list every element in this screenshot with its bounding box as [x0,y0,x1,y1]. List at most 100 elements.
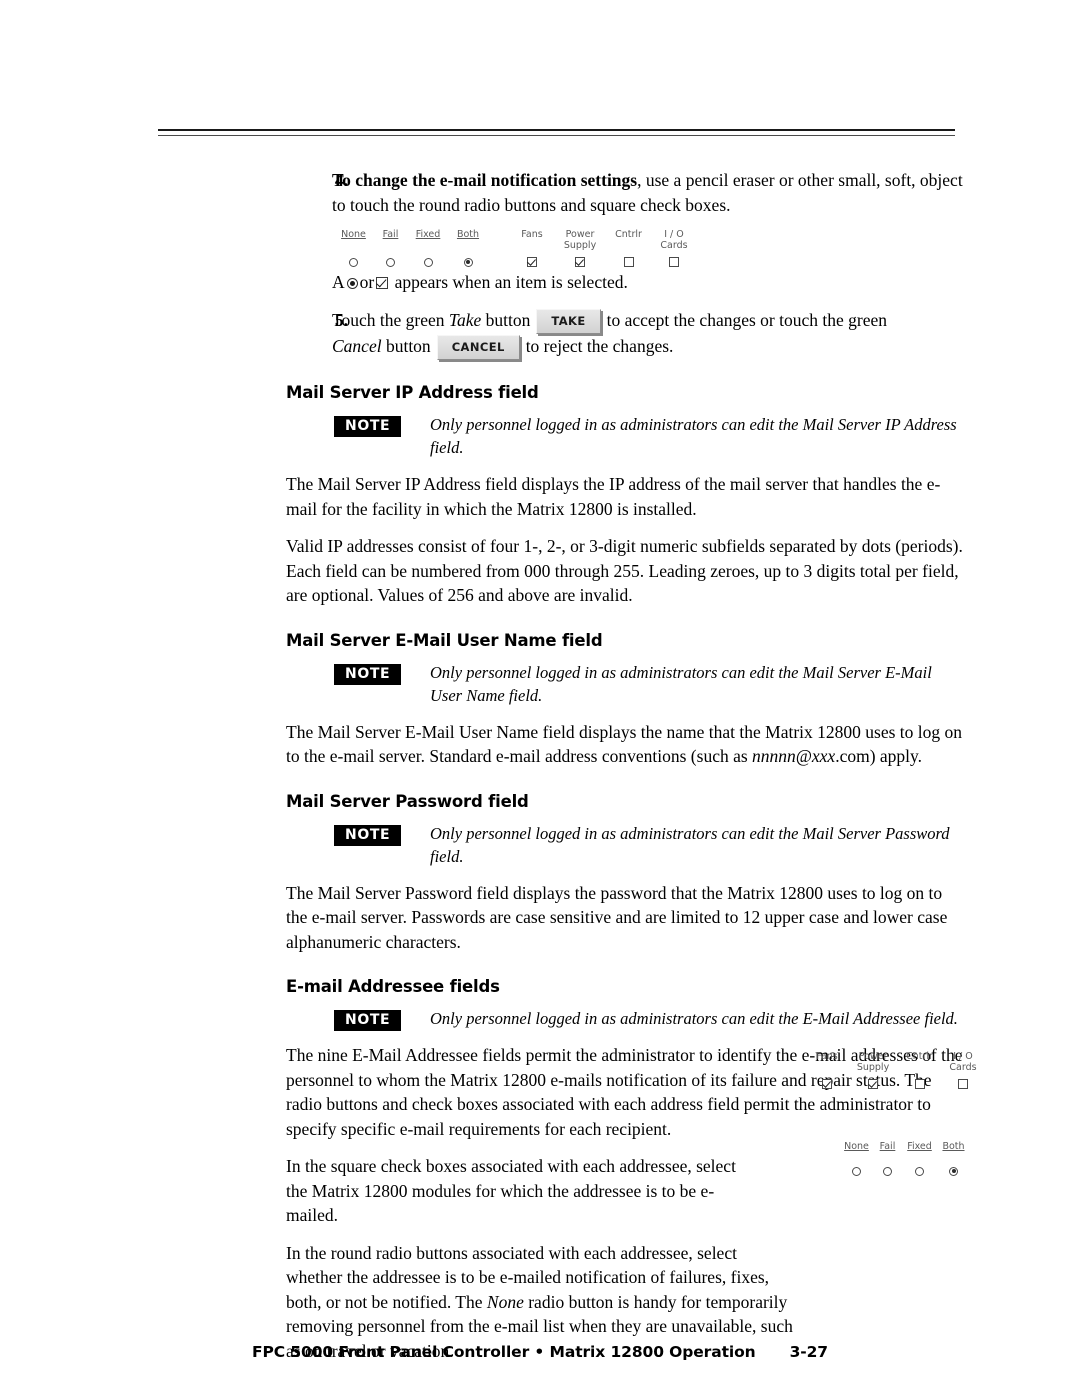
note-badge: NOTE [334,416,402,438]
side-radio-col-fail[interactable]: Fail [873,1141,902,1178]
footer-title: FPC 5000 Front Panel Controller • Matrix… [252,1343,756,1361]
side-check-col-fans[interactable]: Fans [806,1051,848,1091]
side-radio-label-fixed: Fixed [907,1141,932,1152]
note-mail-server-password: NOTE Only personnel logged in as adminis… [286,822,966,868]
radio-col-fixed[interactable]: Fixed [408,229,448,269]
cancel-button[interactable]: CANCEL [436,335,520,361]
side-radio-col-none[interactable]: None [840,1141,873,1178]
side-checkbox-cntrlr[interactable] [914,1079,925,1089]
check-label-cntrlr: Cntrlr [615,229,642,240]
side-check-col-power-supply[interactable]: Power Supply [848,1051,898,1091]
radio-col-fail[interactable]: Fail [373,229,408,269]
heading-email-addressee: E-mail Addressee fields [286,977,500,997]
page-footer: FPC 5000 Front Panel Controller • Matrix… [0,1343,1080,1361]
side-radio-label-none: None [844,1141,869,1152]
page-number: 3-27 [789,1343,828,1361]
selected-radio-icon [346,278,358,289]
check-label-fans: Fans [521,229,543,240]
side-radio-fixed[interactable] [915,1166,924,1176]
paragraph-ip-1: The Mail Server IP Address field display… [286,474,941,519]
heading-mail-server-password: Mail Server Password field [286,791,529,811]
paragraph-user-name-end: .com) apply. [835,746,923,767]
side-radio-both[interactable] [949,1166,958,1176]
side-check-label-power: Power [858,1051,888,1062]
paragraph-password: The Mail Server Password field displays … [286,882,948,952]
check-label-io: I / O [664,229,684,240]
side-radio-label-both: Both [942,1141,965,1152]
radio-label-both: Both [456,229,480,240]
caption-mid: or [359,272,375,292]
radio-label-none: None [341,229,366,240]
checkbox-fans[interactable] [527,257,537,267]
side-checkbox-io-cards[interactable] [958,1079,968,1089]
side-radio-col-both[interactable]: Both [937,1141,970,1178]
take-word: Take [448,309,482,330]
note-badge: NOTE [334,824,402,846]
side-radio-none[interactable] [852,1166,861,1176]
side-check-col-cntrlr[interactable]: Cntrlr [898,1051,941,1091]
side-check-label-io: I / O [953,1051,973,1062]
note-text: Only personnel logged in as administrato… [430,415,957,458]
side-check-label-supply: Supply [856,1062,890,1073]
header-rule [158,129,955,136]
radio-fixed[interactable] [423,257,433,267]
checkbox-power-supply[interactable] [575,257,585,267]
document-page: 4. To change the e-mail notification set… [0,0,1080,1397]
take-button[interactable]: TAKE [536,308,601,334]
check-col-cntrlr[interactable]: Cntrlr [606,229,651,269]
step-5-part4: button [385,335,431,356]
radio-col-none[interactable]: None [334,229,373,269]
step-4-lead: To change the e-mail notification settin… [332,170,638,190]
check-col-power-supply[interactable]: Power Supply [554,229,606,269]
cancel-word: Cancel [332,335,382,356]
step-5-text: Touch the green Take button TAKE to accept… [332,308,966,361]
paragraph-user-name: The Mail Server E-Mail User Name field d… [286,720,966,769]
heading-mail-server-ip-address: Mail Server IP Address field [286,383,539,403]
page-content: 4. To change the e-mail notification set… [286,168,966,1363]
radio-both[interactable] [463,257,473,267]
side-checkbox-power-supply[interactable] [868,1079,878,1089]
step-5-part5: to reject the changes. [525,335,674,356]
checkbox-io-cards[interactable] [669,257,679,267]
note-mail-server-user-name: NOTE Only personnel logged in as adminis… [286,661,966,707]
inline-control-panel-graphic: None Fail Fixed Both Fans Power Supply C… [334,229,697,269]
radio-fail[interactable] [386,257,395,267]
side-radio-fail[interactable] [883,1166,892,1176]
step-5-part1: Touch the green [332,309,445,330]
side-radio-label-fail: Fail [879,1141,896,1152]
step-4-text: To change the e-mail notification settin… [332,168,966,217]
step-4-number: 4. [334,170,348,190]
radio-label-fixed: Fixed [415,229,441,240]
side-check-label-fans: Fans [816,1051,838,1062]
side-radio-col-fixed[interactable]: Fixed [902,1141,937,1178]
radio-col-both[interactable]: Both [448,229,488,269]
check-col-fans[interactable]: Fans [510,229,554,269]
check-label-cards: Cards [660,240,688,251]
note-text: Only personnel logged in as administrato… [430,823,950,866]
side-checkbox-graphic: Fans Power Supply Cntrlr I / O Cards [806,1046,985,1091]
none-word: None [486,1291,524,1312]
paragraph-ip-2: Valid IP addresses consist of four 1-, 2… [286,536,963,606]
step-4-caption: Aor appears when an item is selected. [332,270,966,295]
check-col-io-cards[interactable]: I / O Cards [651,229,697,269]
step-5-part2: button [485,309,531,330]
note-email-addressee: NOTE Only personnel logged in as adminis… [286,1007,966,1032]
check-label-supply: Supply [563,240,597,251]
heading-mail-server-user-name: Mail Server E-Mail User Name field [286,630,603,650]
step-4: 4. To change the e-mail notification set… [286,168,966,295]
note-text: Only personnel logged in as administrato… [430,1009,958,1029]
radio-none[interactable] [349,257,358,267]
check-label-power: Power [565,229,595,240]
email-format-example: nnnnn@xxx [752,746,836,767]
note-badge: NOTE [334,663,402,685]
side-radio-graphic: None Fail Fixed Both [840,1136,970,1178]
note-text: Only personnel logged in as administrato… [430,662,932,705]
note-mail-server-ip: NOTE Only personnel logged in as adminis… [286,413,966,459]
side-checkbox-fans[interactable] [822,1079,832,1089]
caption-prefix: A [332,272,345,292]
side-check-label-cards: Cards [949,1062,977,1073]
caption-suffix: appears when an item is selected. [394,272,628,292]
side-check-col-io-cards[interactable]: I / O Cards [941,1051,985,1091]
checkbox-cntrlr[interactable] [623,257,634,267]
note-badge: NOTE [334,1010,402,1032]
